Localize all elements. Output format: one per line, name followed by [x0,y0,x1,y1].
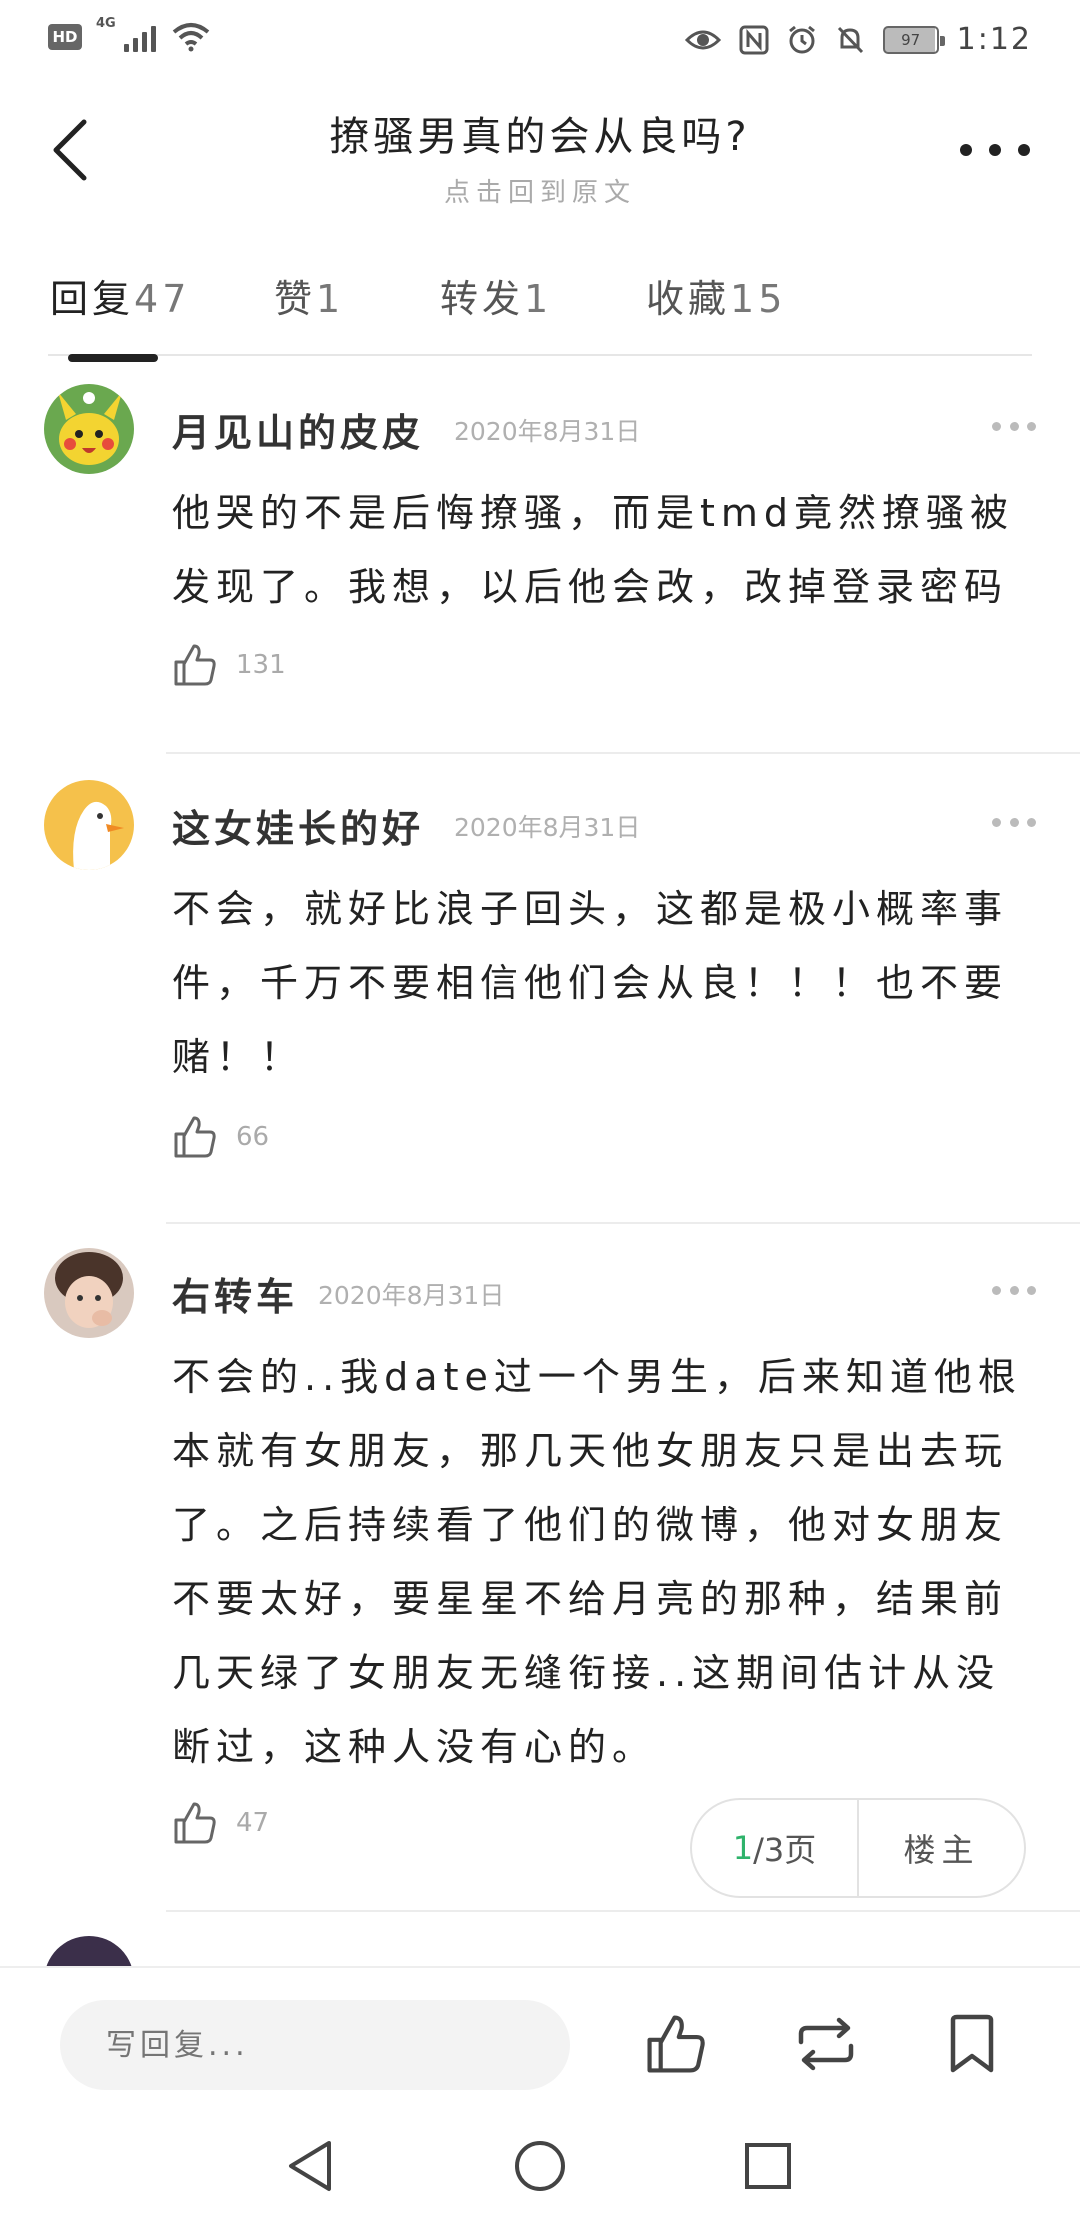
square-recents-icon [745,2143,791,2189]
nfc-icon [739,25,769,54]
circle-home-icon [515,2141,565,2191]
comment-more-button[interactable] [992,812,1036,832]
comment-more-button[interactable] [992,416,1036,436]
tab-replies[interactable]: 回复47 [50,268,190,323]
tab-likes[interactable]: 赞1 [274,268,344,323]
like-count: 47 [236,1808,270,1838]
nav-home-button[interactable] [500,2126,580,2206]
avatar[interactable] [44,780,134,870]
back-button[interactable] [30,110,110,190]
hd-icon: HD [48,24,82,50]
dot-icon [989,144,1001,156]
clock: 1:12 [956,22,1032,57]
comment-date: 2020年8月31日 [454,417,641,446]
comment-more-button[interactable] [992,1280,1036,1300]
commenter-name[interactable]: 月见山的皮皮 [172,402,424,457]
like-button[interactable]: 131 [172,642,286,688]
commenter-name[interactable]: 这女娃长的好 [172,798,424,853]
divider [166,1222,1080,1224]
system-navigation-bar [0,2106,1080,2240]
commenter-name[interactable]: 右转车 [172,1266,298,1321]
more-options-button[interactable] [960,130,1030,170]
page-title: 撩骚男真的会从良吗? [329,114,751,160]
original-poster-button[interactable]: 楼主 [859,1800,1024,1896]
comment-text: 他哭的不是后悔撩骚，而是tmd竟然撩骚被 发现了。我想，以后他会改，改掉登录密码 [172,491,1015,609]
bookmark-icon [950,2014,994,2073]
nav-back-button[interactable] [270,2126,350,2206]
comment-text: 不会，就好比浪子回头，这都是极小概率事 件，千万不要相信他们会从良！！！也不要 … [172,887,1009,1079]
page-indicator[interactable]: 1/3页 [692,1800,859,1896]
divider [166,1910,1080,1912]
avatar[interactable] [44,1248,134,1338]
bottom-action-bar [0,1966,1080,2106]
back-to-original-link[interactable]: 点击回到原文 [200,172,880,209]
status-bar: HD 4G 97 1:12 [0,0,1080,80]
like-button[interactable]: 66 [172,1114,269,1160]
thumbs-up-icon [174,1802,216,1844]
like-button[interactable]: 47 [172,1800,269,1846]
comment-date: 2020年8月31日 [318,1281,505,1310]
thumbs-up-icon [174,1116,216,1158]
repost-button[interactable] [786,2004,866,2084]
like-count: 131 [236,650,286,680]
comment-text: 不会的..我date过一个男生，后来知道他根 本就有女朋友，那几天他女朋友只是出… [172,1355,1022,1769]
thumbs-up-icon [647,2015,705,2073]
dot-icon [1018,144,1030,156]
bookmark-button[interactable] [932,2004,1012,2084]
eye-icon [684,30,721,49]
tab-favorites[interactable]: 收藏15 [646,268,786,323]
chevron-left-icon [53,119,87,181]
alarm-icon [788,25,815,53]
reply-input[interactable] [60,2000,570,2090]
mute-bell-icon [837,26,863,53]
like-post-button[interactable] [636,2004,716,2084]
page-navigator[interactable]: 1/3页 楼主 [690,1798,1026,1898]
nav-recents-button[interactable] [728,2126,808,2206]
triangle-back-icon [289,2141,331,2191]
cellular-signal-icon: 4G [96,16,156,52]
comment-date: 2020年8月31日 [454,813,641,842]
tab-bar: 回复47 赞1 转发1 收藏15 [48,260,1032,362]
wifi-icon [172,23,210,52]
tab-reposts[interactable]: 转发1 [440,268,552,323]
thumbs-up-icon [174,644,216,686]
like-count: 66 [236,1122,270,1152]
dot-icon [960,144,972,156]
header: 撩骚男真的会从良吗? 点击回到原文 [0,90,1080,220]
avatar[interactable] [44,384,134,474]
title-block[interactable]: 撩骚男真的会从良吗? 点击回到原文 [200,104,880,209]
repost-icon [798,2017,854,2071]
battery-icon: 97 [882,25,945,54]
divider [166,752,1080,754]
tab-indicator [68,354,158,362]
